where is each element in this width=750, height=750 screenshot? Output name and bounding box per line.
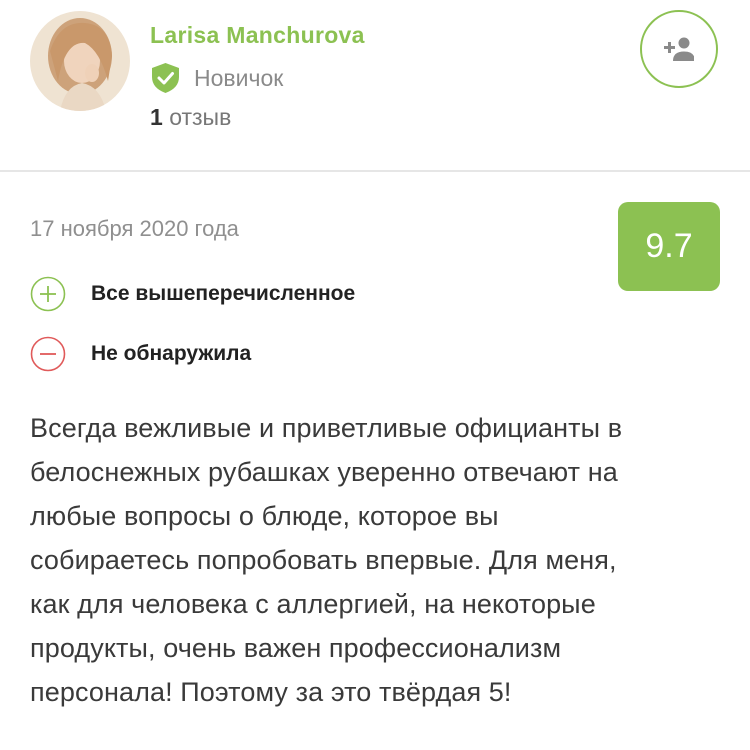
user-status-row: Новичок: [150, 62, 283, 94]
follow-button[interactable]: [640, 10, 718, 88]
user-status: Новичок: [194, 64, 284, 91]
review-card: Larisa Manchurova Новичок 1 отзыв 17 ноя…: [0, 0, 750, 750]
user-name[interactable]: Larisa Manchurova: [150, 22, 365, 49]
cons-text: Не обнаружила: [91, 342, 252, 365]
pros-text: Все вышеперечисленное: [91, 282, 356, 305]
reviews-count: 1: [150, 104, 163, 130]
reviews-label: отзыв: [169, 104, 232, 130]
rating-badge: 9.7: [618, 202, 720, 291]
plus-circle-icon: [30, 276, 66, 312]
review-text-line: любые вопросы о блюде, которое вы: [30, 501, 499, 531]
reviews-count-row: 1 отзыв: [150, 104, 231, 131]
review-text-line: белоснежных рубашках уверенно отвечают н…: [30, 457, 618, 487]
person-add-icon: [664, 37, 694, 61]
header-divider: [0, 170, 750, 172]
review-text-line: как для человека с аллергией, на некотор…: [30, 589, 596, 619]
minus-circle-icon: [30, 336, 66, 372]
avatar[interactable]: [30, 11, 130, 111]
review-text-line: персонала! Поэтому за это твёрдая 5!: [30, 677, 512, 707]
reviewer-header: Larisa Manchurova Новичок 1 отзыв: [0, 0, 750, 170]
review-text-line: Всегда вежливые и приветливые официанты …: [30, 413, 623, 443]
review-text-line: собираетесь попробовать впервые. Для мен…: [30, 545, 617, 575]
shield-check-icon: [152, 63, 179, 93]
pros-row: Все вышеперечисленное: [30, 276, 355, 312]
review-text-line: продукты, очень важен профессионализм: [30, 633, 562, 663]
avatar-image: [30, 11, 130, 111]
review-body: Всегда вежливые и приветливые официанты …: [30, 406, 725, 714]
cons-row: Не обнаружила: [30, 336, 251, 372]
review-date: 17 ноября 2020 года: [30, 216, 239, 241]
